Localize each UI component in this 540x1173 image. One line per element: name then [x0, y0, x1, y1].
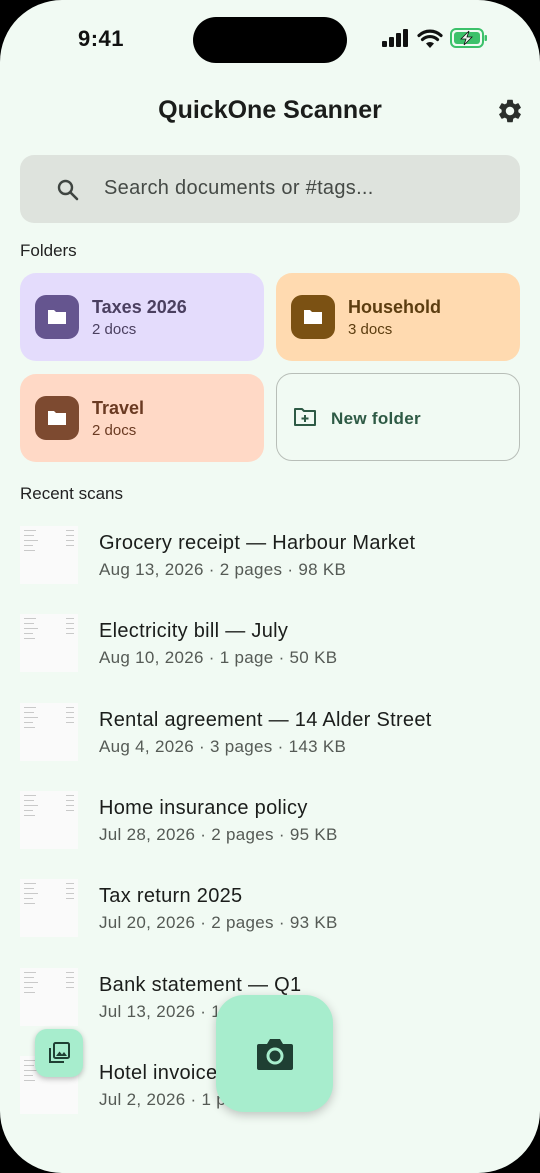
app-title: QuickOne Scanner: [158, 96, 382, 124]
scan-list-item[interactable]: Tax return 2025 Jul 20, 2026 · 2 pages · …: [0, 879, 540, 967]
app-screen: 9:41 QuickOne Scanner Search documents o…: [0, 0, 540, 1173]
folder-name: Household: [348, 297, 441, 317]
folder-name: Travel: [92, 398, 145, 418]
search-icon: [57, 179, 79, 201]
scan-list-item[interactable]: Home insurance policy Jul 28, 2026 · 2 pa…: [0, 790, 540, 879]
scan-title: Rental agreement — 14 Alder Street: [99, 708, 432, 731]
camera-icon: [256, 1038, 293, 1070]
search-bar[interactable]: Search documents or #tags...: [20, 155, 520, 223]
cellular-signal-icon: [382, 29, 408, 47]
scan-title: Home insurance policy: [99, 796, 308, 819]
battery-charging-icon: [450, 28, 487, 48]
document-thumbnail: [20, 702, 78, 761]
recent-scans-heading: Recent scans: [20, 484, 123, 503]
scan-camera-button[interactable]: [216, 995, 333, 1112]
scan-title: Grocery receipt — Harbour Market: [99, 532, 416, 554]
search-input[interactable]: Search documents or #tags...: [104, 177, 374, 200]
new-folder-button[interactable]: New folder: [276, 373, 520, 461]
folder-count: 2 docs: [92, 321, 137, 338]
scan-meta: Aug 4, 2026 · 3 pages · 143 KB: [99, 736, 347, 756]
document-thumbnail: [20, 879, 78, 938]
folder-icon: [35, 295, 79, 339]
gear-icon[interactable]: [496, 97, 524, 125]
scan-title: Hotel invoice: [99, 1061, 218, 1084]
folder-card-travel[interactable]: Travel 2 docs: [20, 374, 264, 462]
folder-icon: [35, 396, 79, 440]
scan-list-item[interactable]: Grocery receipt — Harbour Market Aug 13, …: [0, 526, 540, 614]
create-folder-icon: [294, 408, 316, 426]
folders-heading: Folders: [20, 241, 77, 260]
document-thumbnail: [20, 526, 78, 584]
scan-meta: Aug 13, 2026 · 2 pages · 98 KB: [99, 560, 347, 579]
scan-meta: Jul 20, 2026 · 2 pages · 93 KB: [99, 913, 338, 933]
scan-list-item[interactable]: Electricity bill — July Aug 10, 2026 · 1 …: [0, 614, 540, 702]
dynamic-island: [193, 17, 347, 63]
document-thumbnail: [20, 967, 78, 1026]
scan-meta: Aug 10, 2026 · 1 page · 50 KB: [99, 648, 338, 668]
scan-list-item[interactable]: Rental agreement — 14 Alder Street Aug 4,…: [0, 702, 540, 791]
status-icons: [382, 28, 488, 48]
folder-card-taxes[interactable]: Taxes 2026 2 docs: [20, 273, 264, 361]
status-bar: 9:41: [0, 0, 540, 80]
document-thumbnail: [20, 614, 78, 673]
new-folder-label: New folder: [331, 409, 421, 428]
import-gallery-button[interactable]: [35, 1029, 83, 1077]
scan-title: Bank statement — Q1: [99, 973, 302, 996]
status-time: 9:41: [78, 26, 125, 51]
scan-title: Tax return 2025: [99, 885, 243, 908]
folder-count: 3 docs: [348, 321, 393, 338]
scan-title: Electricity bill — July: [99, 620, 289, 643]
folder-count: 2 docs: [92, 422, 137, 439]
wifi-icon: [417, 29, 443, 48]
folder-icon: [291, 295, 335, 339]
folder-card-household[interactable]: Household 3 docs: [276, 273, 520, 361]
image-gallery-icon: [49, 1042, 70, 1063]
folder-name: Taxes 2026: [92, 297, 187, 317]
scan-meta: Jul 28, 2026 · 2 pages · 95 KB: [99, 824, 338, 844]
document-thumbnail: [20, 790, 78, 849]
